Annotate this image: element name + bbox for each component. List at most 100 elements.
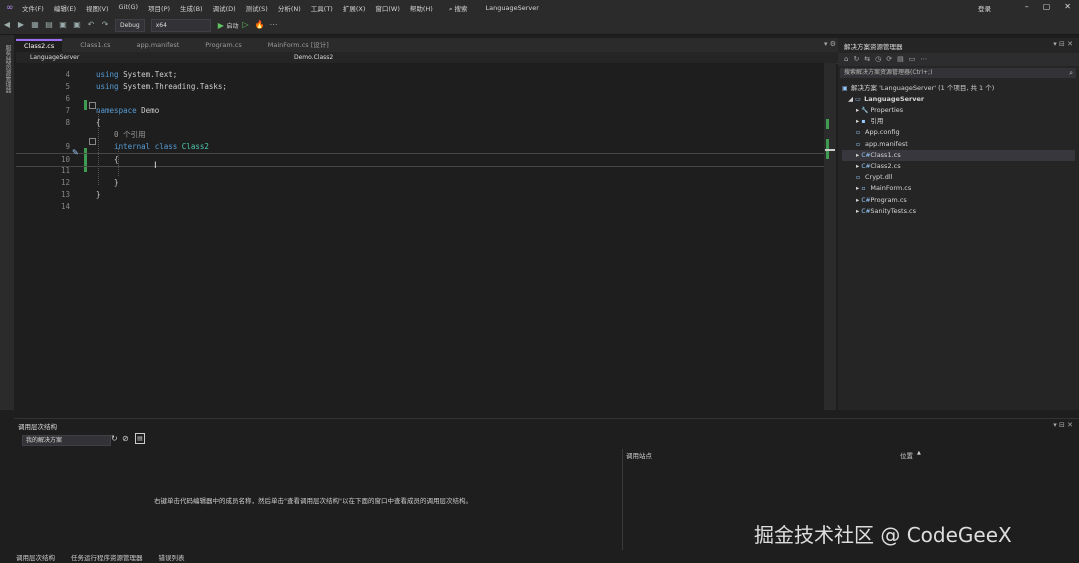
project-label: LanguageServer xyxy=(864,95,925,103)
code-token: System.Threading.Tasks; xyxy=(123,82,227,91)
type-dropdown[interactable]: Demo.Class2 xyxy=(280,54,544,61)
dll-file-icon: ▫ xyxy=(856,174,861,182)
code-text: using System.Threading.Tasks; xyxy=(96,81,227,93)
code-line: 9 internal class Class2 xyxy=(16,141,824,153)
solution-explorer-panel: 解决方案资源管理器 ▾ ⊟ ✕ ⌂↻⇆◷⟳▤▭⋯ 搜索解决方案资源管理器(Ctr… xyxy=(838,38,1079,410)
save-icon[interactable]: ▣ xyxy=(58,20,68,30)
line-number: 6 xyxy=(65,94,70,103)
solution-explorer-search-input[interactable]: 搜索解决方案资源管理器(Ctrl+;) xyxy=(840,68,1076,78)
save-all-icon[interactable]: ▣ xyxy=(72,20,82,30)
location-column-header[interactable]: 位置 xyxy=(900,450,913,460)
configuration-select[interactable]: Debug xyxy=(115,18,145,32)
solution-item-label: App.config xyxy=(865,128,900,137)
menu-bar: ∞ 文件(F) 编辑(E) 视图(V) Git(G) 项目(P) 生成(B) 调试(D) 测试… xyxy=(0,0,1079,16)
menu-item[interactable]: 分析(N) xyxy=(278,3,301,13)
tab-document[interactable]: MainForm.cs [设计] xyxy=(260,39,337,52)
code-line: 11 xyxy=(16,165,824,177)
close-icon[interactable]: ✕ xyxy=(1064,2,1071,11)
menu-item[interactable]: 窗口(W) xyxy=(375,3,400,13)
start-debug-button[interactable]: ▶ 启动 xyxy=(218,21,239,30)
platform-select[interactable]: x64 xyxy=(150,18,211,32)
menu-item[interactable]: 测试(S) xyxy=(246,3,268,13)
server-explorer-tab[interactable]: 服务器资源管理器 xyxy=(3,45,12,93)
tab-overflow-icon[interactable]: ▾ ⚙ xyxy=(824,40,836,48)
toggle-details-icon[interactable]: ▤ xyxy=(135,433,145,444)
sort-asc-icon[interactable]: ▲ xyxy=(917,450,921,456)
call-sites-column-header[interactable]: 调用站点 xyxy=(626,450,652,460)
project-icon: ▭ xyxy=(855,96,861,103)
tab-document[interactable]: Program.cs xyxy=(197,39,249,52)
document-tab-bar: Class2.cs Class1.cs app.manifest Program.cs… xyxy=(16,38,838,52)
code-line: 5 using System.Threading.Tasks; xyxy=(16,81,824,93)
code-token: using xyxy=(96,70,124,79)
project-node[interactable]: ◢ ▭ LanguageServer xyxy=(848,94,924,105)
code-line: 14 xyxy=(16,201,824,213)
menu-item[interactable]: 生成(B) xyxy=(180,3,203,13)
menu-item[interactable]: 文件(F) xyxy=(22,3,44,13)
solution-item-label: MainForm.cs xyxy=(870,184,912,193)
solution-item[interactable]: ▫ app.manifest xyxy=(842,139,1075,150)
solution-item[interactable]: ▸ C#Class2.cs xyxy=(842,161,1075,172)
editor-scrollbar[interactable] xyxy=(824,63,836,410)
code-line: 7 namespace Demo xyxy=(16,105,824,117)
redo-icon[interactable]: ↷ xyxy=(100,20,110,30)
code-token: internal xyxy=(96,142,155,151)
code-token: 0 个引用 xyxy=(96,130,146,139)
search-icon[interactable]: ⌕ xyxy=(1069,69,1073,78)
toolbar: ◀ ▶ ▦ ▤ ▣ ▣ ↶ ↷ Debug x64 ▶ 启动 ▷ 🔥 ⋯ xyxy=(0,16,1079,35)
line-number: 12 xyxy=(60,178,70,187)
manifest-file-icon: ▫ xyxy=(856,140,861,148)
forward-icon[interactable]: ▶ xyxy=(16,20,26,30)
code-text: namespace Demo xyxy=(96,105,159,117)
back-icon[interactable]: ◀ xyxy=(2,20,12,30)
undo-icon[interactable]: ↶ xyxy=(86,20,96,30)
menu-item[interactable]: 编辑(E) xyxy=(54,3,76,13)
search-menu[interactable]: ⌕ 搜索 xyxy=(449,3,468,14)
menu-item[interactable]: Git(G) xyxy=(119,3,139,13)
visual-studio-logo-icon[interactable]: ∞ xyxy=(6,3,16,13)
menu-item[interactable]: 帮助(H) xyxy=(410,3,433,13)
menu-item[interactable]: 视图(V) xyxy=(86,3,109,13)
solution-explorer-tool-icons[interactable]: ⌂↻⇆◷⟳▤▭⋯ xyxy=(844,55,932,63)
project-dropdown[interactable]: LanguageServer xyxy=(16,54,280,61)
panel-controls-icon[interactable]: ▾ ⊟ ✕ xyxy=(1053,421,1073,429)
solution-item[interactable]: ▫ App.config xyxy=(842,127,1075,138)
solution-item[interactable]: ▫ Crypt.dll xyxy=(842,172,1075,183)
solution-item[interactable]: ▸ ▫ MainForm.cs xyxy=(842,183,1075,194)
code-text: } xyxy=(96,189,101,201)
code-line: 4 using System.Text; xyxy=(16,69,824,81)
solution-item[interactable]: ▸ 🔧 Properties xyxy=(842,105,1075,116)
login-link[interactable]: 登录 xyxy=(978,3,991,13)
solution-item[interactable]: ▸ C#SanityTests.cs xyxy=(842,206,1075,217)
refresh-icon[interactable]: ↻ xyxy=(111,434,118,443)
solution-node[interactable]: ▣ 解决方案 'LanguageServer' (1 个项目, 共 1 个) xyxy=(842,83,994,94)
tab-document[interactable]: Class1.cs xyxy=(72,39,118,52)
scope-dropdown[interactable]: 我的解决方案 xyxy=(22,435,111,446)
maximize-icon[interactable]: ▢ xyxy=(1043,2,1051,11)
edit-pencil-icon[interactable]: ✎ xyxy=(72,148,79,157)
tab-document[interactable]: app.manifest xyxy=(129,39,188,52)
menu-item[interactable]: 调试(D) xyxy=(213,3,236,13)
panel-options-icon[interactable]: ▾ ⊟ ✕ xyxy=(1053,40,1073,48)
line-number: 14 xyxy=(60,202,70,211)
menu-item[interactable]: 扩展(X) xyxy=(343,3,366,13)
menu-item[interactable]: 工具(T) xyxy=(311,3,333,13)
form-file-icon: ▫ xyxy=(861,185,866,193)
start-without-debug-icon[interactable]: ▷ xyxy=(240,20,250,30)
open-icon[interactable]: ▤ xyxy=(44,20,54,30)
tab-call-hierarchy[interactable]: 调用层次结构 xyxy=(16,552,55,562)
new-item-icon[interactable]: ▦ xyxy=(30,20,40,30)
minimize-icon[interactable]: – xyxy=(1025,2,1029,11)
cancel-icon[interactable]: ⊘ xyxy=(122,434,129,443)
solution-item[interactable]: ▸ C#Program.cs xyxy=(842,195,1075,206)
tab-document[interactable]: Class2.cs xyxy=(16,39,63,52)
tab-error-list[interactable]: 错误列表 xyxy=(159,552,185,562)
menu-item[interactable]: 项目(P) xyxy=(148,3,170,13)
tab-task-runner[interactable]: 任务运行程序资源管理器 xyxy=(71,552,143,562)
code-token: Demo xyxy=(141,106,160,115)
code-editor[interactable]: 4 using System.Text; 5 using System.Threadi… xyxy=(16,63,824,410)
solution-item[interactable]: ▸ C#Class1.cs xyxy=(842,149,1075,161)
hot-reload-icon[interactable]: 🔥 xyxy=(254,20,264,30)
toolbar-more-icon[interactable]: ⋯ xyxy=(268,20,278,30)
solution-item[interactable]: ▸ ▪ 引用 xyxy=(842,116,1075,127)
